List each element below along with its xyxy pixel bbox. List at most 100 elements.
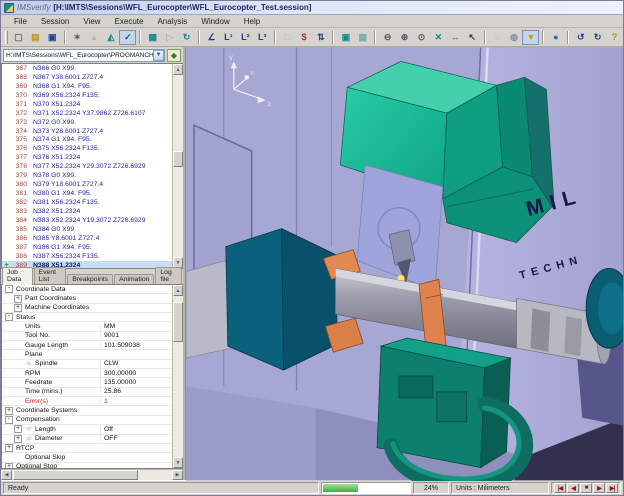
expand-icon[interactable]: +: [14, 435, 22, 443]
open-session-button[interactable]: ▤: [27, 30, 44, 45]
view-rotate-left-button[interactable]: ↺: [572, 30, 589, 45]
property-row[interactable]: +Coordinate Systems: [2, 406, 172, 415]
help-button[interactable]: ?: [606, 30, 623, 45]
hscroll-track[interactable]: [12, 470, 172, 480]
tool-cost-button[interactable]: $: [296, 30, 313, 45]
collapse-icon[interactable]: -: [5, 313, 13, 321]
stock-setup-disabled-button[interactable]: ▲: [86, 30, 103, 45]
simulate-mode-button[interactable]: ◭: [103, 30, 120, 45]
nc-line[interactable]: 373N372 G0 X99.: [2, 118, 172, 127]
property-hscrollbar[interactable]: ◀ ▶: [1, 469, 183, 480]
gauge-disabled-button[interactable]: □: [279, 30, 296, 45]
scroll-up-icon[interactable]: ▲: [173, 285, 183, 296]
pan-button[interactable]: ↔: [447, 30, 464, 45]
property-grid[interactable]: -Coordinate Data+Part Coordinates+Machin…: [2, 285, 172, 468]
rotate-sphere-button[interactable]: ●: [547, 30, 564, 45]
machine-setup-button[interactable]: ✶: [69, 30, 86, 45]
nc-line[interactable]: 378N377 X52.2324 Y29.3072 Z726.6929: [2, 162, 172, 171]
zoom-out-button[interactable]: ⊖: [379, 30, 396, 45]
go-first-button[interactable]: |◀: [554, 483, 566, 493]
property-row[interactable]: Tool No.9001: [2, 332, 172, 341]
tab-event-list[interactable]: Event List: [34, 267, 67, 284]
nc-line[interactable]: 371N370 X51.2324: [2, 100, 172, 109]
nc-line[interactable]: 383N382 X51.2324: [2, 207, 172, 216]
nc-line[interactable]: 375N374 G1 X94. F95.: [2, 136, 172, 145]
nc-line[interactable]: 382N381 X56.2324 F135.: [2, 198, 172, 207]
save-session-button[interactable]: ▣: [44, 30, 61, 45]
stop-button[interactable]: ■: [580, 483, 592, 493]
tab-job-data[interactable]: Job Data: [2, 267, 33, 285]
tab-breakpoints[interactable]: Breakpoints: [67, 274, 113, 284]
menu-item-execute[interactable]: Execute: [108, 17, 151, 26]
property-row[interactable]: Feedrate135.00000: [2, 378, 172, 387]
program-manager-button[interactable]: ◆: [167, 49, 181, 62]
property-scroll-track[interactable]: [173, 296, 183, 457]
viewport-multi-button[interactable]: ▦: [354, 30, 371, 45]
property-row[interactable]: +RTCP: [2, 444, 172, 453]
property-row[interactable]: +☼DiameterOFF: [2, 435, 172, 444]
property-scrollbar[interactable]: ▲ ▼: [172, 285, 183, 468]
select-arrow-button[interactable]: ↖: [464, 30, 481, 45]
verify-mode-button[interactable]: ✓: [119, 30, 136, 45]
scroll-down-icon[interactable]: ▼: [173, 457, 183, 468]
tab-log-file[interactable]: Log file: [155, 267, 182, 284]
expand-icon[interactable]: +: [5, 444, 13, 452]
nc-scroll-track[interactable]: [173, 75, 183, 257]
nc-line[interactable]: 387N386 G1 X94. F95.: [2, 243, 172, 252]
view-rotate-right-button[interactable]: ↻: [589, 30, 606, 45]
property-row[interactable]: RPM300.00000: [2, 369, 172, 378]
menu-item-window[interactable]: Window: [194, 17, 236, 26]
nc-line[interactable]: 388N387 X56.2324 F135.: [2, 252, 172, 261]
nc-line[interactable]: 372N371 X52.2324 Y37.9862 Z726.6107: [2, 109, 172, 118]
nc-line[interactable]: 367N366 G0 X99.: [2, 64, 172, 73]
nc-line[interactable]: 377N376 X51.2324: [2, 153, 172, 162]
hscroll-thumb[interactable]: [13, 470, 138, 480]
scroll-up-icon[interactable]: ▲: [173, 64, 183, 75]
menu-item-view[interactable]: View: [76, 17, 107, 26]
nc-line[interactable]: 385N384 G0 X99.: [2, 225, 172, 234]
collapse-icon[interactable]: -: [5, 416, 13, 424]
viewport-single-button[interactable]: ▣: [337, 30, 354, 45]
sync-axes-button[interactable]: ⇅: [313, 30, 330, 45]
nc-list-scrollbar[interactable]: ▲ ▼: [172, 64, 183, 268]
measure-angle-button[interactable]: ∠: [203, 30, 220, 45]
nc-line[interactable]: 370N369 X56.2324 F135.: [2, 91, 172, 100]
measure-linear-3-button[interactable]: L³: [254, 30, 271, 45]
zoom-extents-button[interactable]: ✕: [430, 30, 447, 45]
property-row[interactable]: Error(s)1: [2, 397, 172, 406]
expand-icon[interactable]: +: [5, 463, 13, 468]
measure-linear-2-button[interactable]: L²: [237, 30, 254, 45]
menu-item-help[interactable]: Help: [237, 17, 267, 26]
program-path-combo[interactable]: H:\IMTS\Sessions\WFL_Eurocopter\PROGMANC…: [3, 49, 165, 62]
tab-animation[interactable]: Animation: [114, 274, 154, 284]
nc-line[interactable]: 376N375 X56.2324 F135.: [2, 144, 172, 153]
expand-icon[interactable]: +: [14, 304, 22, 312]
expand-icon[interactable]: +: [5, 407, 13, 415]
property-row[interactable]: -Compensation: [2, 416, 172, 425]
zoom-in-button[interactable]: ⊕: [396, 30, 413, 45]
scroll-right-icon[interactable]: ▶: [172, 470, 183, 480]
lighting-disabled-button[interactable]: ○: [489, 30, 506, 45]
scroll-left-icon[interactable]: ◀: [1, 470, 12, 480]
property-row[interactable]: UnitsMM: [2, 322, 172, 331]
new-session-button[interactable]: ▢: [10, 30, 27, 45]
go-last-button[interactable]: ▶|: [606, 483, 618, 493]
property-row[interactable]: Time (mins.)25.86: [2, 388, 172, 397]
machine-3d-view[interactable]: Y x z: [185, 47, 624, 480]
nc-line[interactable]: 384N383 X52.2324 Y19.3072 Z726.6929: [2, 216, 172, 225]
property-row[interactable]: +Machine Coordinates: [2, 304, 172, 313]
step-disabled-button[interactable]: ▷: [161, 30, 178, 45]
chevron-down-icon[interactable]: ▼: [153, 50, 164, 61]
nc-line[interactable]: 368N367 Y38.6001 Z727.4: [2, 73, 172, 82]
zoom-window-button[interactable]: ⊙: [413, 30, 430, 45]
property-row[interactable]: +☼LengthOff: [2, 425, 172, 434]
property-row[interactable]: -Status: [2, 313, 172, 322]
section-view-button[interactable]: ▼: [522, 30, 539, 45]
expand-icon[interactable]: +: [14, 425, 22, 433]
nc-line[interactable]: 386N385 Y8.6001 Z727.4: [2, 234, 172, 243]
collapse-icon[interactable]: -: [5, 285, 13, 293]
nc-line[interactable]: 379N378 G0 X99.: [2, 171, 172, 180]
nc-line[interactable]: 381N380 G1 X94. F95.: [2, 189, 172, 198]
nc-line[interactable]: 374N373 Y28.6001 Z727.4: [2, 127, 172, 136]
property-row[interactable]: Gauge Length101.509038: [2, 341, 172, 350]
